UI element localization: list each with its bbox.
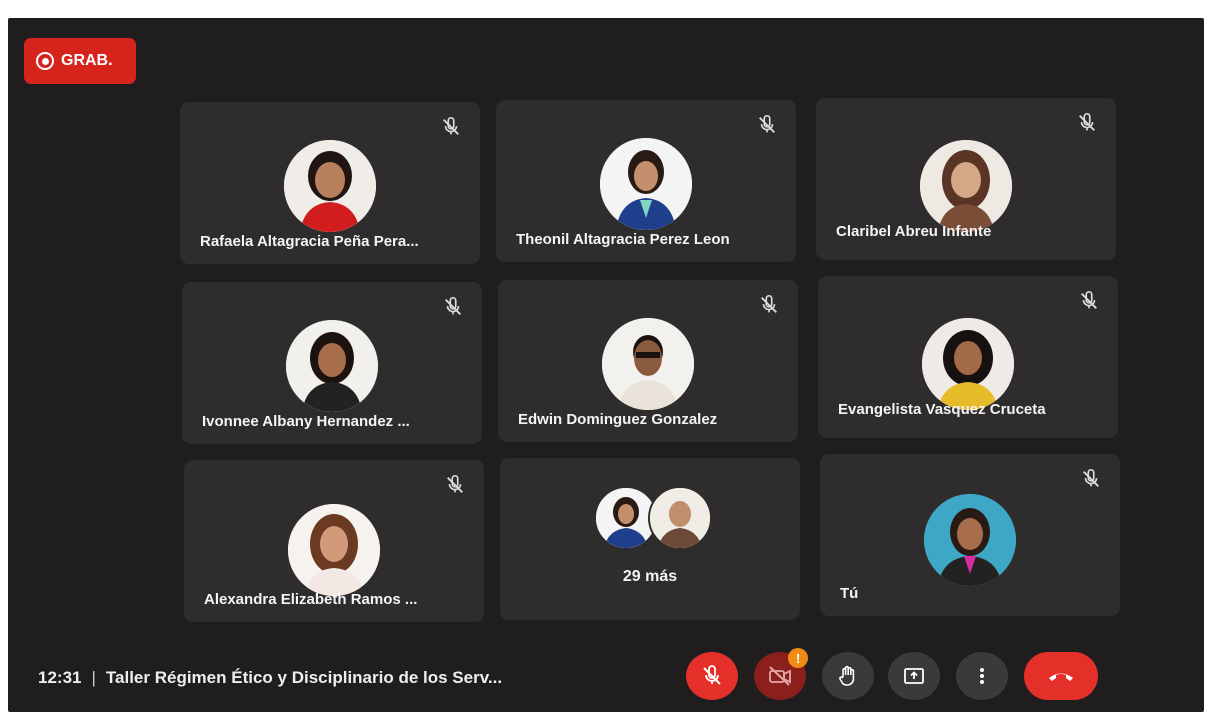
avatar [922, 318, 1014, 410]
participant-tile[interactable]: Ivonnee Albany Hernandez ... [182, 282, 482, 444]
participant-name: Evangelista Vasquez Cruceta [838, 401, 1046, 418]
more-options-button[interactable] [956, 652, 1008, 700]
present-screen-icon [904, 668, 924, 684]
avatar [284, 140, 376, 232]
self-name: Tú [840, 585, 859, 602]
participant-tile[interactable]: Evangelista Vasquez Cruceta [818, 276, 1118, 438]
record-icon [36, 52, 54, 70]
participant-tile[interactable]: Theonil Altagracia Perez Leon [496, 100, 796, 262]
participant-tile[interactable]: Edwin Dominguez Gonzalez [498, 280, 798, 442]
overflow-participants-tile[interactable]: 29 más [500, 458, 800, 620]
participant-name: Rafaela Altagracia Peña Pera... [200, 233, 419, 250]
participant-tile[interactable]: Rafaela Altagracia Peña Pera... [180, 102, 480, 264]
mic-off-icon [1083, 469, 1099, 487]
hand-icon [839, 665, 855, 686]
mic-off-icon [703, 665, 721, 685]
participant-name: Theonil Altagracia Perez Leon [516, 231, 730, 248]
participant-name: Edwin Dominguez Gonzalez [518, 411, 718, 428]
camera-alert-badge: ! [788, 648, 808, 668]
raise-hand-button[interactable] [822, 652, 874, 700]
more-vertical-icon [980, 668, 984, 684]
recording-badge[interactable]: GRAB. [24, 38, 136, 84]
mic-off-icon [445, 297, 461, 315]
participant-name: Alexandra Elizabeth Ramos ... [204, 591, 418, 608]
leave-call-button[interactable] [1024, 652, 1098, 700]
mic-off-icon [1081, 291, 1097, 309]
present-screen-button[interactable] [888, 652, 940, 700]
overflow-count-label: 29 más [622, 568, 678, 585]
meeting-title: Taller Régimen Ético y Disciplinario de … [105, 668, 503, 687]
avatar [648, 486, 712, 550]
clock-time: 12:31 [38, 668, 82, 687]
bottom-toolbar: 12:31 | Taller Régimen Ético y Disciplinar… [8, 642, 1204, 712]
mic-off-icon [1079, 113, 1095, 131]
self-tile[interactable]: Tú [820, 454, 1120, 616]
mic-off-icon [759, 115, 775, 133]
mic-off-icon [443, 117, 459, 135]
participant-tile[interactable]: Alexandra Elizabeth Ramos ... [184, 460, 484, 622]
avatar [920, 140, 1012, 232]
recording-label: GRAB. [61, 52, 113, 69]
separator: | [91, 668, 96, 687]
avatar [600, 138, 692, 230]
participant-tile[interactable]: Claribel Abreu Infante [816, 98, 1116, 260]
camera-off-icon [769, 666, 791, 686]
camera-toggle-button[interactable]: ! [754, 648, 808, 700]
meeting-details[interactable]: 12:31 | Taller Régimen Ético y Disciplinar… [38, 668, 502, 688]
mic-off-icon [761, 295, 777, 313]
phone-hangup-icon [1049, 673, 1073, 681]
avatar [286, 320, 378, 412]
avatar [288, 504, 380, 596]
avatar [924, 494, 1016, 586]
mic-off-icon [447, 475, 463, 493]
meeting-window: GRAB. Rafaela Altagracia Peña Pera... Th… [8, 18, 1204, 712]
participant-name: Ivonnee Albany Hernandez ... [202, 413, 410, 430]
microphone-toggle-button[interactable] [686, 652, 738, 700]
overflow-avatars [594, 486, 714, 550]
participant-name: Claribel Abreu Infante [836, 223, 992, 240]
avatar [602, 318, 694, 410]
